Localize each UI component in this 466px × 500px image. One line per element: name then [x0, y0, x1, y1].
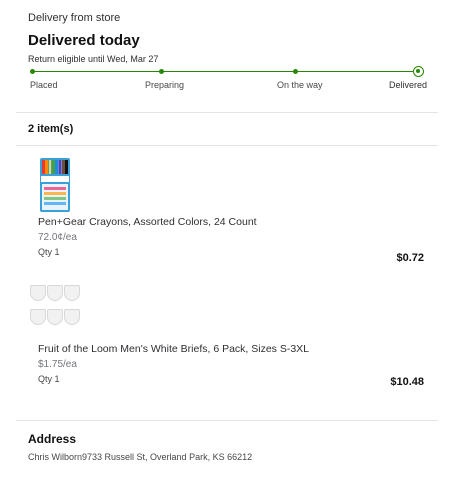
- return-eligibility-note: Return eligible until Wed, Mar 27: [28, 54, 159, 64]
- delivery-status-title: Delivered today: [28, 32, 140, 49]
- step-dot: [30, 69, 35, 74]
- delivery-progress-tracker: Placed Preparing On the way Delivered: [30, 66, 427, 94]
- step-label-preparing: Preparing: [145, 80, 185, 90]
- order-item: Pen+Gear Crayons, Assorted Colors, 24 Co…: [38, 158, 428, 264]
- item-total: $0.72: [396, 252, 424, 264]
- item-image[interactable]: [30, 285, 92, 339]
- section-divider: [16, 112, 438, 113]
- item-quantity: Qty 1: [38, 374, 60, 384]
- item-name[interactable]: Fruit of the Loom Men's White Briefs, 6 …: [38, 343, 428, 355]
- item-total: $10.48: [390, 376, 424, 388]
- item-unit-price: $1.75/ea: [38, 359, 77, 370]
- address-line: Chris Wilborn9733 Russell St, Overland P…: [28, 452, 253, 462]
- order-header: Delivery from store Delivered today Retu…: [28, 12, 158, 64]
- address-heading: Address: [28, 432, 77, 446]
- crayons-box-image: [40, 158, 70, 212]
- step-label-delivered: Delivered: [389, 80, 428, 90]
- delivery-source: Delivery from store: [28, 12, 121, 24]
- order-item: Fruit of the Loom Men's White Briefs, 6 …: [30, 285, 428, 388]
- items-count: 2 item(s): [28, 123, 74, 135]
- progress-line: [33, 71, 418, 72]
- section-divider: [16, 145, 438, 146]
- briefs-pack-image: [30, 285, 86, 337]
- step-label-on-the-way: On the way: [277, 80, 323, 90]
- item-name[interactable]: Pen+Gear Crayons, Assorted Colors, 24 Co…: [38, 216, 428, 228]
- step-label-placed: Placed: [30, 80, 58, 90]
- step-dot: [293, 69, 298, 74]
- item-image[interactable]: [38, 158, 92, 212]
- item-unit-price: 72.0¢/ea: [38, 232, 77, 243]
- section-divider: [16, 420, 438, 421]
- current-step-indicator: [413, 66, 424, 77]
- item-quantity: Qty 1: [38, 247, 60, 257]
- step-dot: [159, 69, 164, 74]
